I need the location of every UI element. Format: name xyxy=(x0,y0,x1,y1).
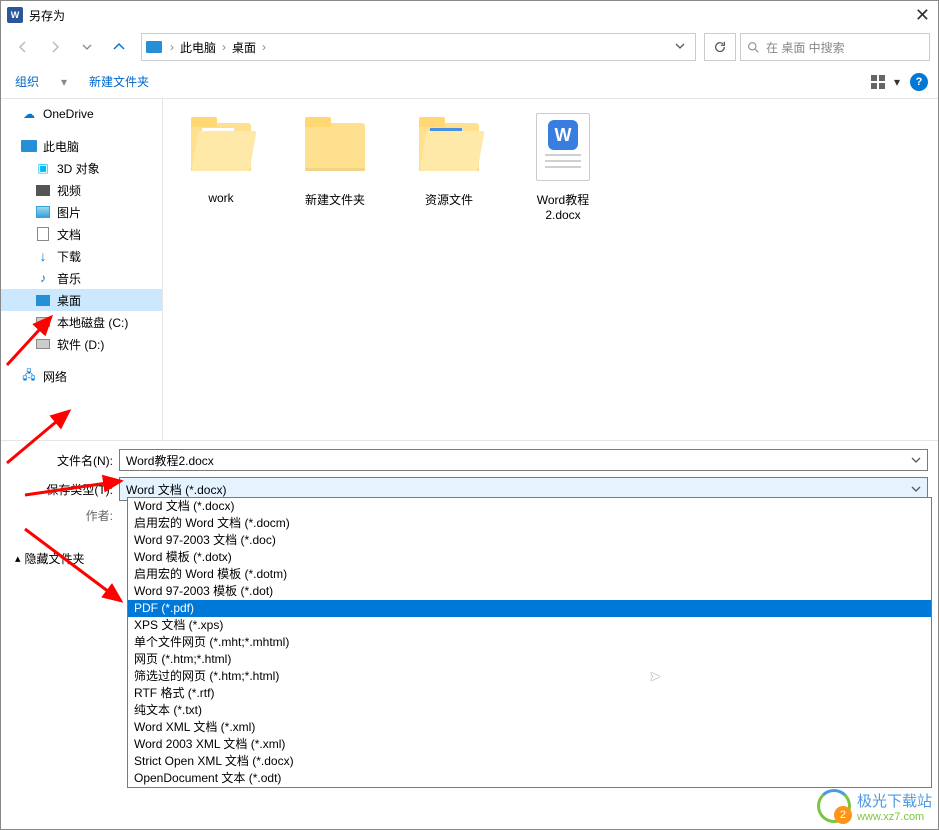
filetype-option[interactable]: Strict Open XML 文档 (*.docx) xyxy=(128,753,931,770)
refresh-button[interactable] xyxy=(704,33,736,61)
close-button[interactable]: ✕ xyxy=(915,5,930,26)
pc-icon xyxy=(21,140,37,152)
filetype-option[interactable]: 纯文本 (*.txt) xyxy=(128,702,931,719)
music-icon: ♪ xyxy=(35,270,51,286)
tree-documents[interactable]: 文档 xyxy=(1,223,162,245)
chevron-down-icon[interactable] xyxy=(73,33,101,61)
filetype-option[interactable]: Word XML 文档 (*.xml) xyxy=(128,719,931,736)
download-icon: ↓ xyxy=(35,248,51,264)
tree-videos[interactable]: 视频 xyxy=(1,179,162,201)
network-icon: 🖧 xyxy=(21,368,37,384)
disk-icon xyxy=(36,317,50,327)
folder-icon xyxy=(191,123,251,171)
dialog-title: 另存为 xyxy=(29,7,65,24)
filetype-option[interactable]: 启用宏的 Word 模板 (*.dotm) xyxy=(128,566,931,583)
tree-desktop[interactable]: 桌面 xyxy=(1,289,162,311)
chevron-right-icon: › xyxy=(168,40,176,54)
tree-cdisk[interactable]: 本地磁盘 (C:) xyxy=(1,311,162,333)
filetype-option[interactable]: Word 文档 (*.docx) xyxy=(128,498,931,515)
savetype-dropdown: Word 文档 (*.docx) 启用宏的 Word 文档 (*.docm) W… xyxy=(127,497,932,788)
folder-icon: 稿 xyxy=(419,123,479,171)
watermark-logo-icon: 2 xyxy=(817,789,851,823)
tree-music[interactable]: ♪音乐 xyxy=(1,267,162,289)
search-input[interactable]: 在 桌面 中搜索 xyxy=(740,33,930,61)
savetype-label: 保存类型(T): xyxy=(15,481,119,498)
tree-3dobjects[interactable]: ▣3D 对象 xyxy=(1,157,162,179)
tree-ddisk[interactable]: 软件 (D:) xyxy=(1,333,162,355)
chevron-down-icon[interactable] xyxy=(911,484,921,494)
docx-icon: W xyxy=(536,113,590,181)
filetype-option[interactable]: Word 97-2003 文档 (*.doc) xyxy=(128,532,931,549)
desktop-icon xyxy=(36,295,50,306)
filetype-option[interactable]: Word 97-2003 模板 (*.dot) xyxy=(128,583,931,600)
address-dropdown-icon[interactable] xyxy=(669,40,691,54)
filename-label: 文件名(N): xyxy=(15,452,119,469)
pc-icon xyxy=(146,41,162,53)
tree-downloads[interactable]: ↓下载 xyxy=(1,245,162,267)
chevron-right-icon: › xyxy=(260,40,268,54)
filename-input[interactable]: Word教程2.docx xyxy=(119,449,928,471)
help-button[interactable]: ? xyxy=(910,73,928,91)
folder-work[interactable]: work xyxy=(179,109,263,205)
watermark-name: 极光下载站 xyxy=(857,790,932,811)
breadcrumb-thispc[interactable]: 此电脑 xyxy=(176,39,220,56)
search-placeholder: 在 桌面 中搜索 xyxy=(766,39,845,56)
folder-resources[interactable]: 稿 资源文件 xyxy=(407,109,491,208)
author-label: 作者: xyxy=(15,507,119,524)
chevron-down-icon[interactable] xyxy=(911,455,921,465)
word-app-icon: W xyxy=(7,7,23,23)
filetype-option[interactable]: 筛选过的网页 (*.htm;*.html) xyxy=(128,668,931,685)
filetype-option[interactable]: Word 模板 (*.dotx) xyxy=(128,549,931,566)
chevron-up-icon: ▴ xyxy=(15,552,21,565)
filetype-option[interactable]: XPS 文档 (*.xps) xyxy=(128,617,931,634)
tree-network[interactable]: 🖧网络 xyxy=(1,365,162,387)
onedrive-icon: ☁ xyxy=(21,106,37,122)
search-icon xyxy=(747,41,760,54)
video-icon xyxy=(36,185,50,196)
tree-onedrive[interactable]: ☁OneDrive xyxy=(1,103,162,125)
filetype-option[interactable]: Word 2003 XML 文档 (*.xml) xyxy=(128,736,931,753)
cube-icon: ▣ xyxy=(35,160,51,176)
new-folder-button[interactable]: 新建文件夹 xyxy=(85,71,153,92)
folder-tree: ☁OneDrive 此电脑 ▣3D 对象 视频 图片 文档 ↓下载 ♪音乐 桌面… xyxy=(1,99,163,440)
view-options-button[interactable]: ▾ xyxy=(871,75,900,89)
address-bar[interactable]: › 此电脑 › 桌面 › xyxy=(141,33,696,61)
filetype-option[interactable]: 启用宏的 Word 文档 (*.docm) xyxy=(128,515,931,532)
file-word-tutorial[interactable]: W Word教程2.docx xyxy=(521,109,605,222)
filetype-option[interactable]: OpenDocument 文本 (*.odt) xyxy=(128,770,931,787)
file-pane[interactable]: work 新建文件夹 稿 资源文件 W Word教程2.docx xyxy=(163,99,938,440)
filetype-option[interactable]: RTF 格式 (*.rtf) xyxy=(128,685,931,702)
tree-thispc[interactable]: 此电脑 xyxy=(1,135,162,157)
document-icon xyxy=(37,227,49,241)
filetype-option-pdf[interactable]: PDF (*.pdf) xyxy=(128,600,931,617)
picture-icon xyxy=(36,206,50,218)
breadcrumb-desktop[interactable]: 桌面 xyxy=(228,39,260,56)
filetype-option[interactable]: 网页 (*.htm;*.html) xyxy=(128,651,931,668)
nav-back-button[interactable] xyxy=(9,33,37,61)
folder-new[interactable]: 新建文件夹 xyxy=(293,109,377,208)
folder-icon xyxy=(305,123,365,171)
organize-button[interactable]: 组织 xyxy=(11,71,43,92)
filetype-option[interactable]: 单个文件网页 (*.mht;*.mhtml) xyxy=(128,634,931,651)
tree-pictures[interactable]: 图片 xyxy=(1,201,162,223)
chevron-right-icon: › xyxy=(220,40,228,54)
watermark: 2 极光下载站 www.xz7.com xyxy=(817,789,932,823)
nav-forward-button[interactable] xyxy=(41,33,69,61)
nav-up-button[interactable] xyxy=(105,33,133,61)
watermark-url: www.xz7.com xyxy=(857,811,932,823)
disk-icon xyxy=(36,339,50,349)
